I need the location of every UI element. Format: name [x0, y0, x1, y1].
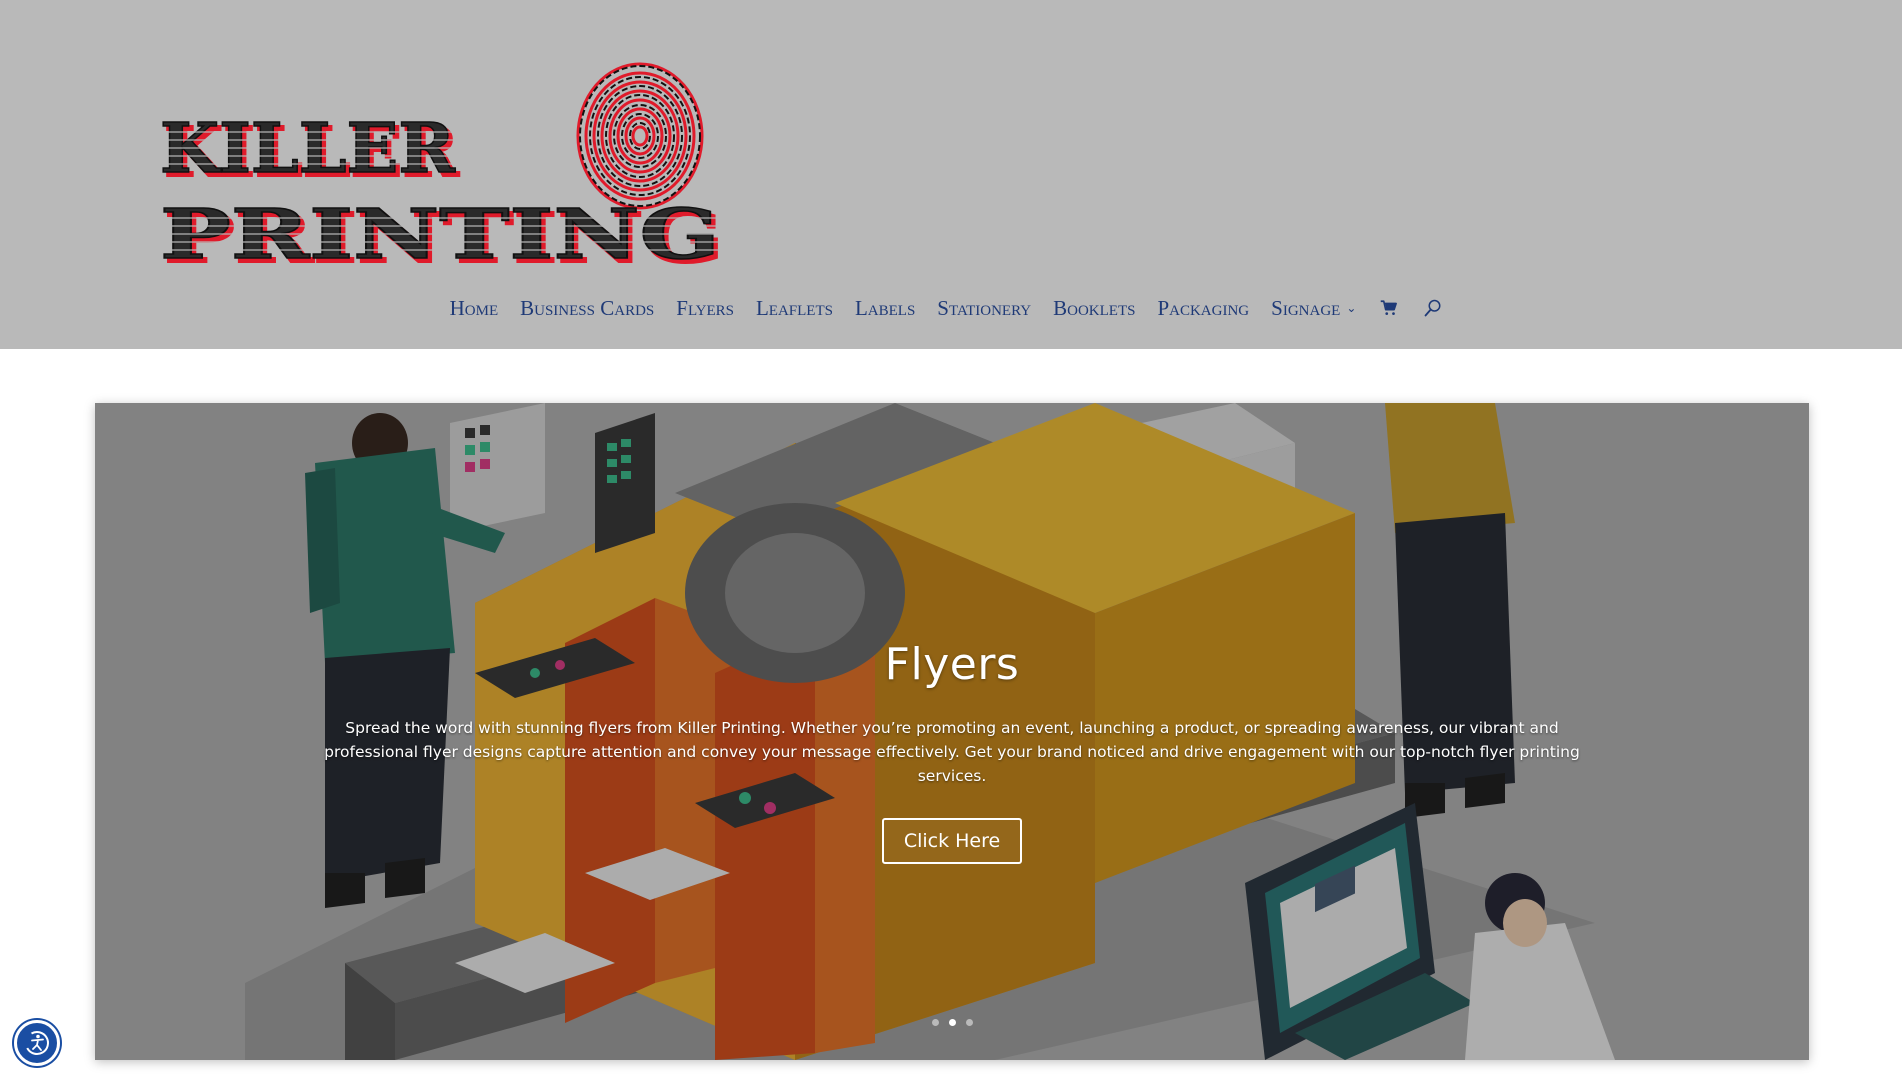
nav-home-label: Home: [449, 295, 499, 320]
slider-dot-1[interactable]: [931, 1019, 939, 1026]
nav-leaflets[interactable]: Leaflets: [756, 296, 833, 321]
nav-business-cards-label: Business Cards: [520, 295, 655, 320]
hero-slider: Flyers Spread the word with stunning fly…: [95, 403, 1809, 1060]
slider-dot-2[interactable]: [948, 1019, 956, 1026]
nav-labels-label: Labels: [854, 295, 916, 320]
hero-content: Flyers Spread the word with stunning fly…: [95, 639, 1809, 864]
accessibility-icon: [25, 1031, 49, 1055]
slider-dot-3[interactable]: [965, 1019, 973, 1026]
chevron-down-icon: ⌄: [1346, 301, 1357, 315]
main-navigation: Home Business Cards Flyers Leaflets Labe…: [0, 290, 1902, 326]
nav-home[interactable]: Home: [450, 296, 499, 321]
nav-signage-label: Signage: [1271, 295, 1341, 320]
hero-description: Spread the word with stunning flyers fro…: [324, 719, 1580, 785]
nav-packaging[interactable]: Packaging: [1157, 296, 1249, 321]
nav-signage[interactable]: Signage ⌄: [1271, 296, 1356, 321]
nav-flyers-label: Flyers: [676, 295, 734, 320]
nav-stationery-label: Stationery: [937, 295, 1032, 320]
accessibility-button[interactable]: [14, 1020, 60, 1066]
click-here-button[interactable]: Click Here: [881, 818, 1023, 864]
hero-title: Flyers: [884, 639, 1020, 690]
nav-leaflets-label: Leaflets: [755, 295, 833, 320]
nav-flyers[interactable]: Flyers: [676, 296, 734, 321]
nav-labels[interactable]: Labels: [855, 296, 915, 321]
killer-printing-logo[interactable]: KILLER KILLER PRINTING PRINTING: [160, 36, 732, 276]
nav-packaging-label: Packaging: [1157, 295, 1250, 320]
shopping-cart-icon[interactable]: [1378, 297, 1400, 319]
site-header: KILLER KILLER PRINTING PRINTING Hom: [0, 0, 1902, 349]
nav-booklets[interactable]: Booklets: [1053, 296, 1135, 321]
nav-business-cards[interactable]: Business Cards: [520, 296, 654, 321]
slider-pagination: [95, 1019, 1809, 1026]
nav-stationery[interactable]: Stationery: [937, 296, 1031, 321]
search-icon[interactable]: [1422, 297, 1444, 319]
nav-booklets-label: Booklets: [1053, 295, 1136, 320]
